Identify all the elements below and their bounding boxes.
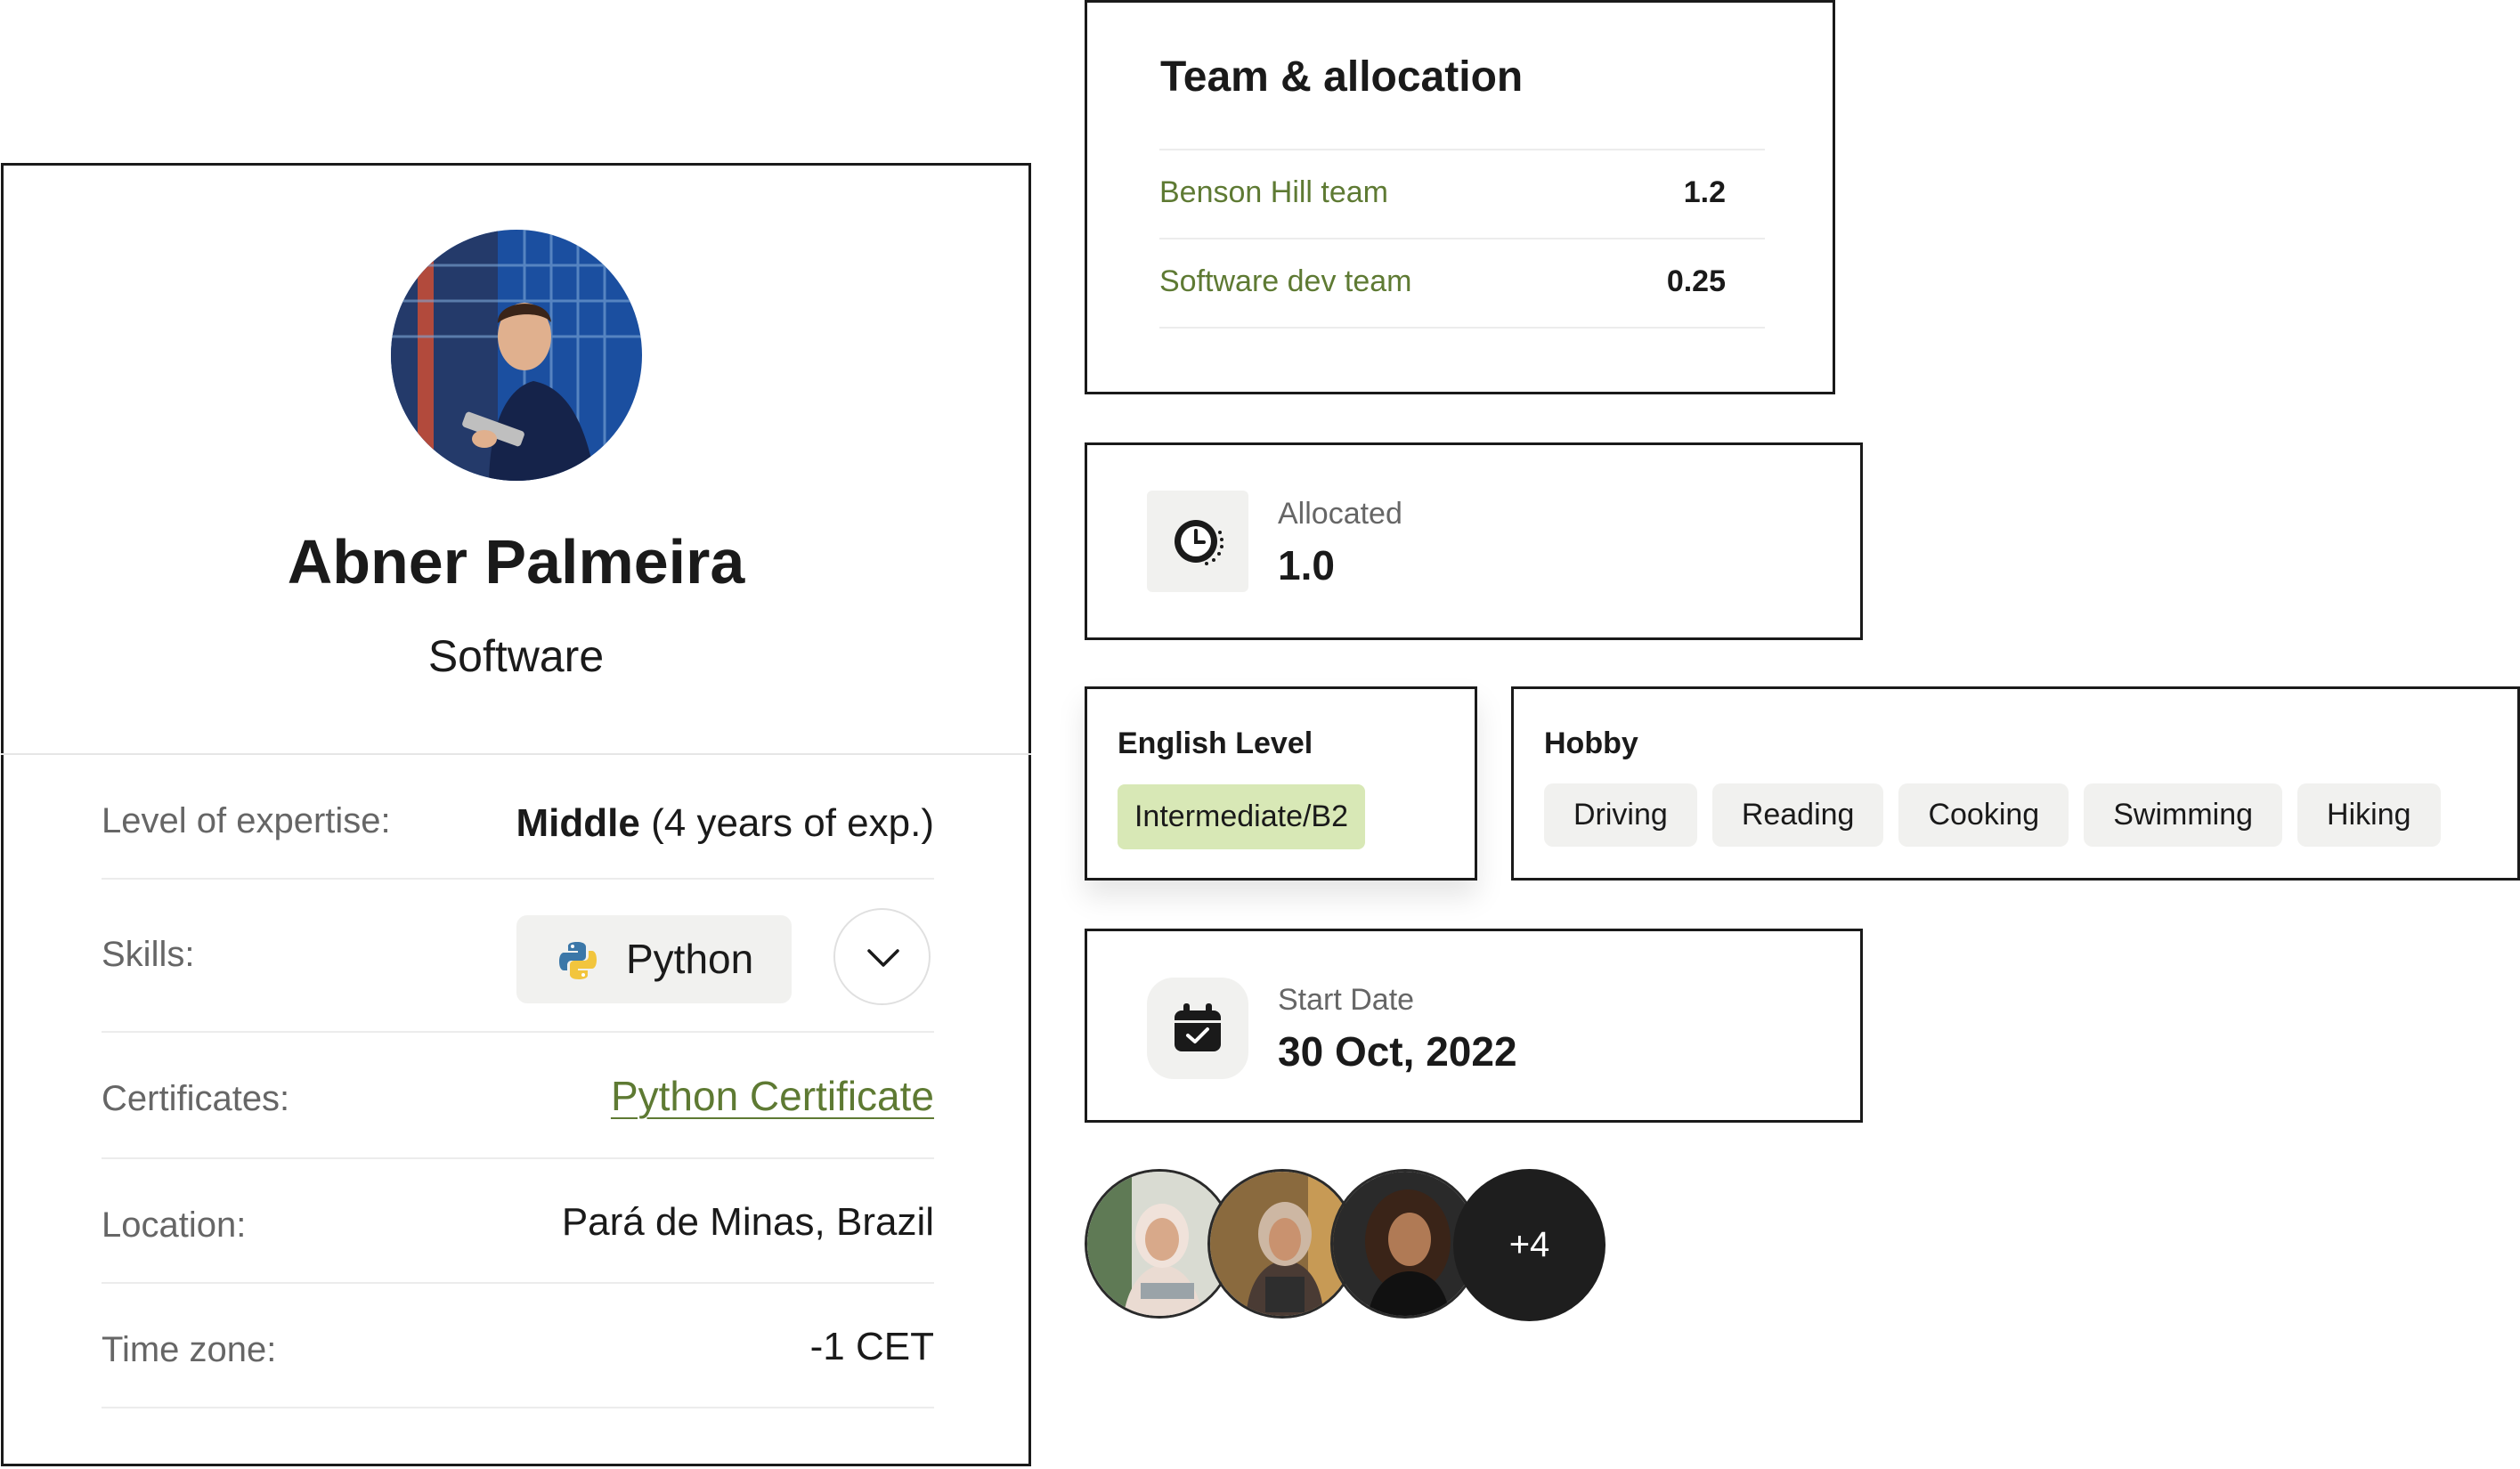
timezone-label: Time zone:: [102, 1330, 277, 1369]
skills-label: Skills:: [102, 935, 195, 974]
english-level-title: English Level: [1118, 726, 1313, 760]
hobby-chip: Cooking: [1898, 783, 2069, 847]
start-date-card: Start Date 30 Oct, 2022: [1085, 929, 1863, 1123]
expertise-level: Middle: [516, 801, 640, 845]
expertise-years: (4 years of exp.): [651, 801, 934, 845]
team-row[interactable]: Software dev team 0.25: [1159, 238, 1765, 329]
team-list: Benson Hill team 1.2 Software dev team 0…: [1159, 149, 1765, 329]
allocated-label: Allocated: [1278, 497, 1402, 531]
skill-label: Python: [626, 936, 754, 982]
skills-dropdown-button[interactable]: [833, 908, 931, 1005]
certificate-link[interactable]: Python Certificate: [611, 1072, 934, 1120]
skill-chip-python[interactable]: Python: [516, 915, 792, 1003]
start-date-icon-tile: [1147, 978, 1248, 1079]
hobby-chip: Hiking: [2297, 783, 2441, 847]
allocated-card: Allocated 1.0: [1085, 442, 1863, 640]
start-date-label: Start Date: [1278, 983, 1415, 1017]
profile-avatar: [391, 230, 642, 481]
certificates-label: Certificates:: [102, 1079, 290, 1118]
profile-card: Abner Palmeira Software Level of experti…: [1, 163, 1031, 1466]
location-row: Location: Pará de Minas, Brazil: [102, 1159, 934, 1284]
allocated-value: 1.0: [1278, 542, 1335, 588]
hobby-chip: Reading: [1711, 783, 1884, 847]
location-label: Location:: [102, 1205, 247, 1245]
english-level-card: English Level Intermediate/B2: [1085, 686, 1477, 881]
hobby-card: Hobby Driving Reading Cooking Swimming H…: [1511, 686, 2520, 881]
hobby-title: Hobby: [1544, 726, 1638, 760]
start-date-value: 30 Oct, 2022: [1278, 1028, 1517, 1075]
expertise-label: Level of expertise:: [102, 801, 391, 840]
timezone-value: -1 CET: [809, 1325, 934, 1368]
hobby-chip: Swimming: [2084, 783, 2283, 847]
expertise-value: Middle (4 years of exp.): [516, 801, 934, 846]
certificates-row: Certificates: Python Certificate: [102, 1033, 934, 1159]
english-level-badge: Intermediate/B2: [1118, 784, 1365, 849]
clock-icon: [1175, 520, 1223, 565]
skills-row: Skills: Python: [102, 880, 934, 1033]
hobby-list: Driving Reading Cooking Swimming Hiking: [1544, 783, 2441, 847]
chevron-down-icon: [867, 949, 899, 967]
team-allocation-value: 0.25: [1666, 264, 1726, 298]
team-row[interactable]: Benson Hill team 1.2: [1159, 149, 1765, 238]
team-allocation-card: Team & allocation Benson Hill team 1.2 S…: [1085, 0, 1835, 394]
python-icon: [559, 942, 597, 979]
calendar-check-icon: [1175, 1003, 1221, 1051]
team-members-avatars[interactable]: +4: [1085, 1169, 1605, 1322]
hobby-chip: Driving: [1544, 783, 1697, 847]
team-name: Software dev team: [1159, 264, 1412, 298]
profile-role: Software: [427, 631, 605, 681]
allocated-icon-tile: [1147, 491, 1248, 592]
profile-name: Abner Palmeira: [287, 527, 745, 597]
expertise-row: Level of expertise: Middle (4 years of e…: [102, 753, 934, 880]
more-members-badge[interactable]: +4: [1453, 1169, 1605, 1321]
team-allocation-value: 1.2: [1683, 175, 1726, 209]
team-title: Team & allocation: [1160, 53, 1524, 101]
team-name: Benson Hill team: [1159, 175, 1389, 209]
location-value: Pará de Minas, Brazil: [561, 1200, 934, 1244]
timezone-row: Time zone: -1 CET: [102, 1284, 934, 1408]
